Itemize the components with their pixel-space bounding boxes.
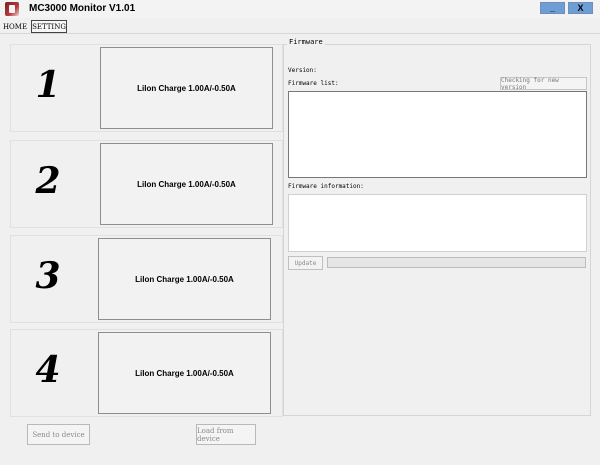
channel-panel-1: 1 LiIon Charge 1.00A/-0.50A <box>10 44 283 132</box>
load-from-device-button[interactable]: Load from device <box>196 424 256 445</box>
firmware-list-label: Firmware list: <box>288 80 339 87</box>
title-bar: MC3000 Monitor V1.01 _ X <box>0 0 600 18</box>
update-button[interactable]: Update <box>288 256 323 270</box>
close-button[interactable]: X <box>568 2 593 14</box>
channel-panel-2: 2 LiIon Charge 1.00A/-0.50A <box>10 140 283 228</box>
tab-divider <box>0 33 600 34</box>
window-title: MC3000 Monitor V1.01 <box>29 3 136 14</box>
tab-setting[interactable]: SETTING <box>31 20 67 33</box>
check-new-version-button[interactable]: Checking for new version <box>500 77 587 91</box>
channel-status-button[interactable]: LiIon Charge 1.00A/-0.50A <box>100 47 273 129</box>
firmware-info-box[interactable] <box>288 194 587 252</box>
firmware-info-label: Firmware information: <box>288 183 364 190</box>
version-label: Version: <box>288 67 317 74</box>
update-progress-bar <box>327 257 586 268</box>
firmware-list[interactable] <box>288 91 587 178</box>
app-icon <box>5 2 19 16</box>
minimize-button[interactable]: _ <box>540 2 565 14</box>
channel-number: 4 <box>35 349 61 391</box>
channel-status-button[interactable]: LiIon Charge 1.00A/-0.50A <box>98 332 271 414</box>
channel-panel-4: 4 LiIon Charge 1.00A/-0.50A <box>10 329 283 417</box>
channel-panel-3: 3 LiIon Charge 1.00A/-0.50A <box>10 235 283 323</box>
channel-number: 1 <box>35 64 61 106</box>
firmware-caption: Firmware <box>287 38 325 46</box>
channel-status-button[interactable]: LiIon Charge 1.00A/-0.50A <box>100 143 273 225</box>
channel-status-button[interactable]: LiIon Charge 1.00A/-0.50A <box>98 238 271 320</box>
channel-number: 2 <box>35 160 61 202</box>
send-to-device-button[interactable]: Send to device <box>27 424 90 445</box>
tab-home[interactable]: HOME <box>2 20 28 33</box>
channel-number: 3 <box>35 255 61 297</box>
